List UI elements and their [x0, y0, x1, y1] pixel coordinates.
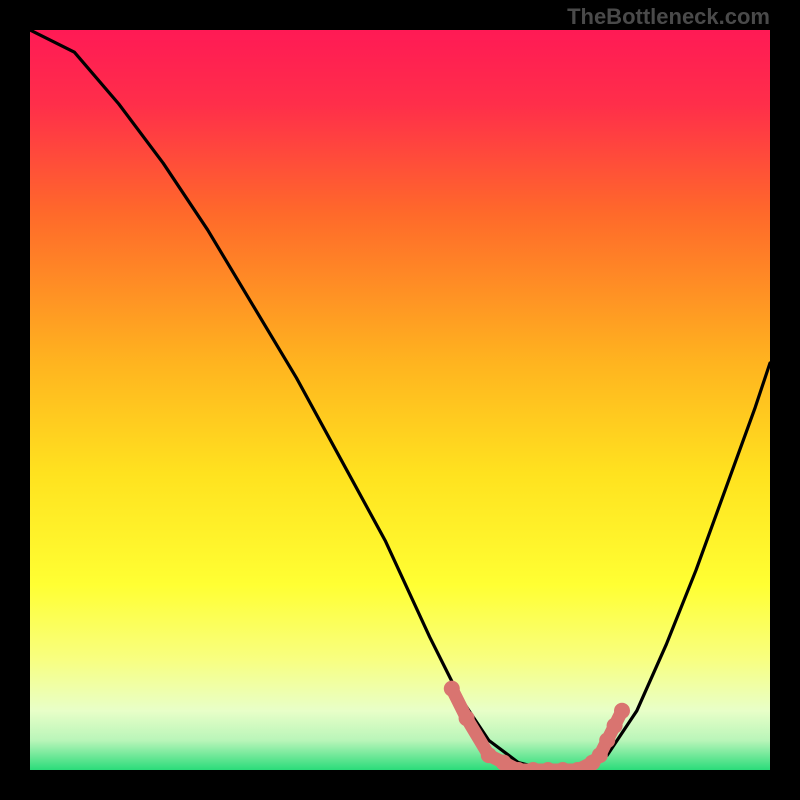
marker-dot: [525, 762, 541, 770]
marker-dot: [481, 747, 497, 763]
marker-dot: [592, 747, 608, 763]
marker-dot: [607, 718, 623, 734]
marker-dot: [540, 762, 556, 770]
bottleneck-curve: [30, 30, 770, 770]
chart-frame: { "watermark": "TheBottleneck.com", "col…: [0, 0, 800, 800]
marker-dot: [444, 681, 460, 697]
marker-dot: [599, 732, 615, 748]
marker-dot: [459, 710, 475, 726]
marker-dot: [555, 762, 571, 770]
marker-dot: [614, 703, 630, 719]
marker-dot: [496, 755, 512, 770]
plot-area: [30, 30, 770, 770]
watermark-text: TheBottleneck.com: [567, 4, 770, 30]
chart-curves: [30, 30, 770, 770]
